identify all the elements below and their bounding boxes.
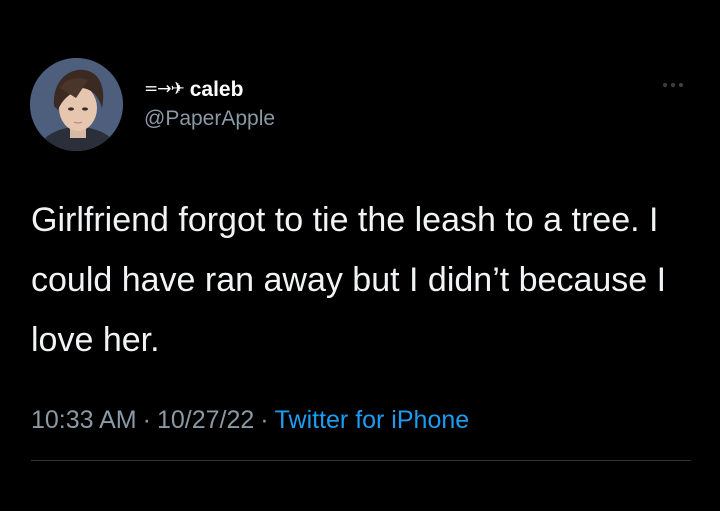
tweet: =→✈ caleb @PaperApple Girlfriend forgot … xyxy=(0,0,720,511)
avatar-portrait xyxy=(30,58,123,151)
dot xyxy=(679,83,683,87)
tweet-time[interactable]: 10:33 AM xyxy=(31,406,137,434)
more-options-icon[interactable] xyxy=(663,79,687,91)
tweet-meta: 10:33 AM · 10/27/22 · Twitter for iPhone xyxy=(31,405,469,435)
dot xyxy=(663,83,667,87)
tweet-source-link[interactable]: Twitter for iPhone xyxy=(275,406,470,434)
tweet-text: Girlfriend forgot to tie the leash to a … xyxy=(31,201,667,359)
tweet-header: =→✈ caleb @PaperApple xyxy=(144,76,275,130)
author-display-name[interactable]: caleb xyxy=(190,79,244,100)
avatar[interactable] xyxy=(30,58,123,151)
meta-separator: · xyxy=(142,406,151,434)
author-name-row[interactable]: =→✈ caleb xyxy=(144,76,275,102)
divider xyxy=(31,460,691,461)
meta-separator: · xyxy=(260,406,269,434)
plane-icon: =→✈ xyxy=(144,78,185,99)
tweet-date[interactable]: 10/27/22 xyxy=(157,406,254,434)
dot xyxy=(671,83,675,87)
author-handle[interactable]: @PaperApple xyxy=(144,108,275,129)
